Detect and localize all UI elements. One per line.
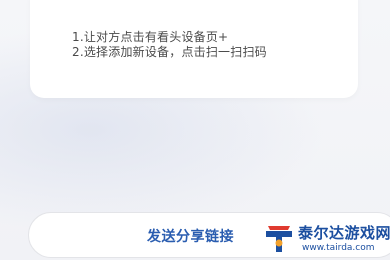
watermark-url: www.tairda.com <box>302 243 375 253</box>
instruction-list: 1.让对方点击有看头设备页+ 2.选择添加新设备，点击扫一扫扫码 <box>72 30 267 60</box>
tairda-logo-icon <box>266 226 292 252</box>
watermark-site-name: 泰尔达游戏网 <box>298 224 390 242</box>
instruction-step-2: 2.选择添加新设备，点击扫一扫扫码 <box>72 45 267 59</box>
send-share-link-label: 发送分享链接 <box>147 229 234 245</box>
instruction-step-1: 1.让对方点击有看头设备页+ <box>72 30 229 44</box>
site-watermark: 泰尔达游戏网 www.tairda.com <box>262 218 390 260</box>
